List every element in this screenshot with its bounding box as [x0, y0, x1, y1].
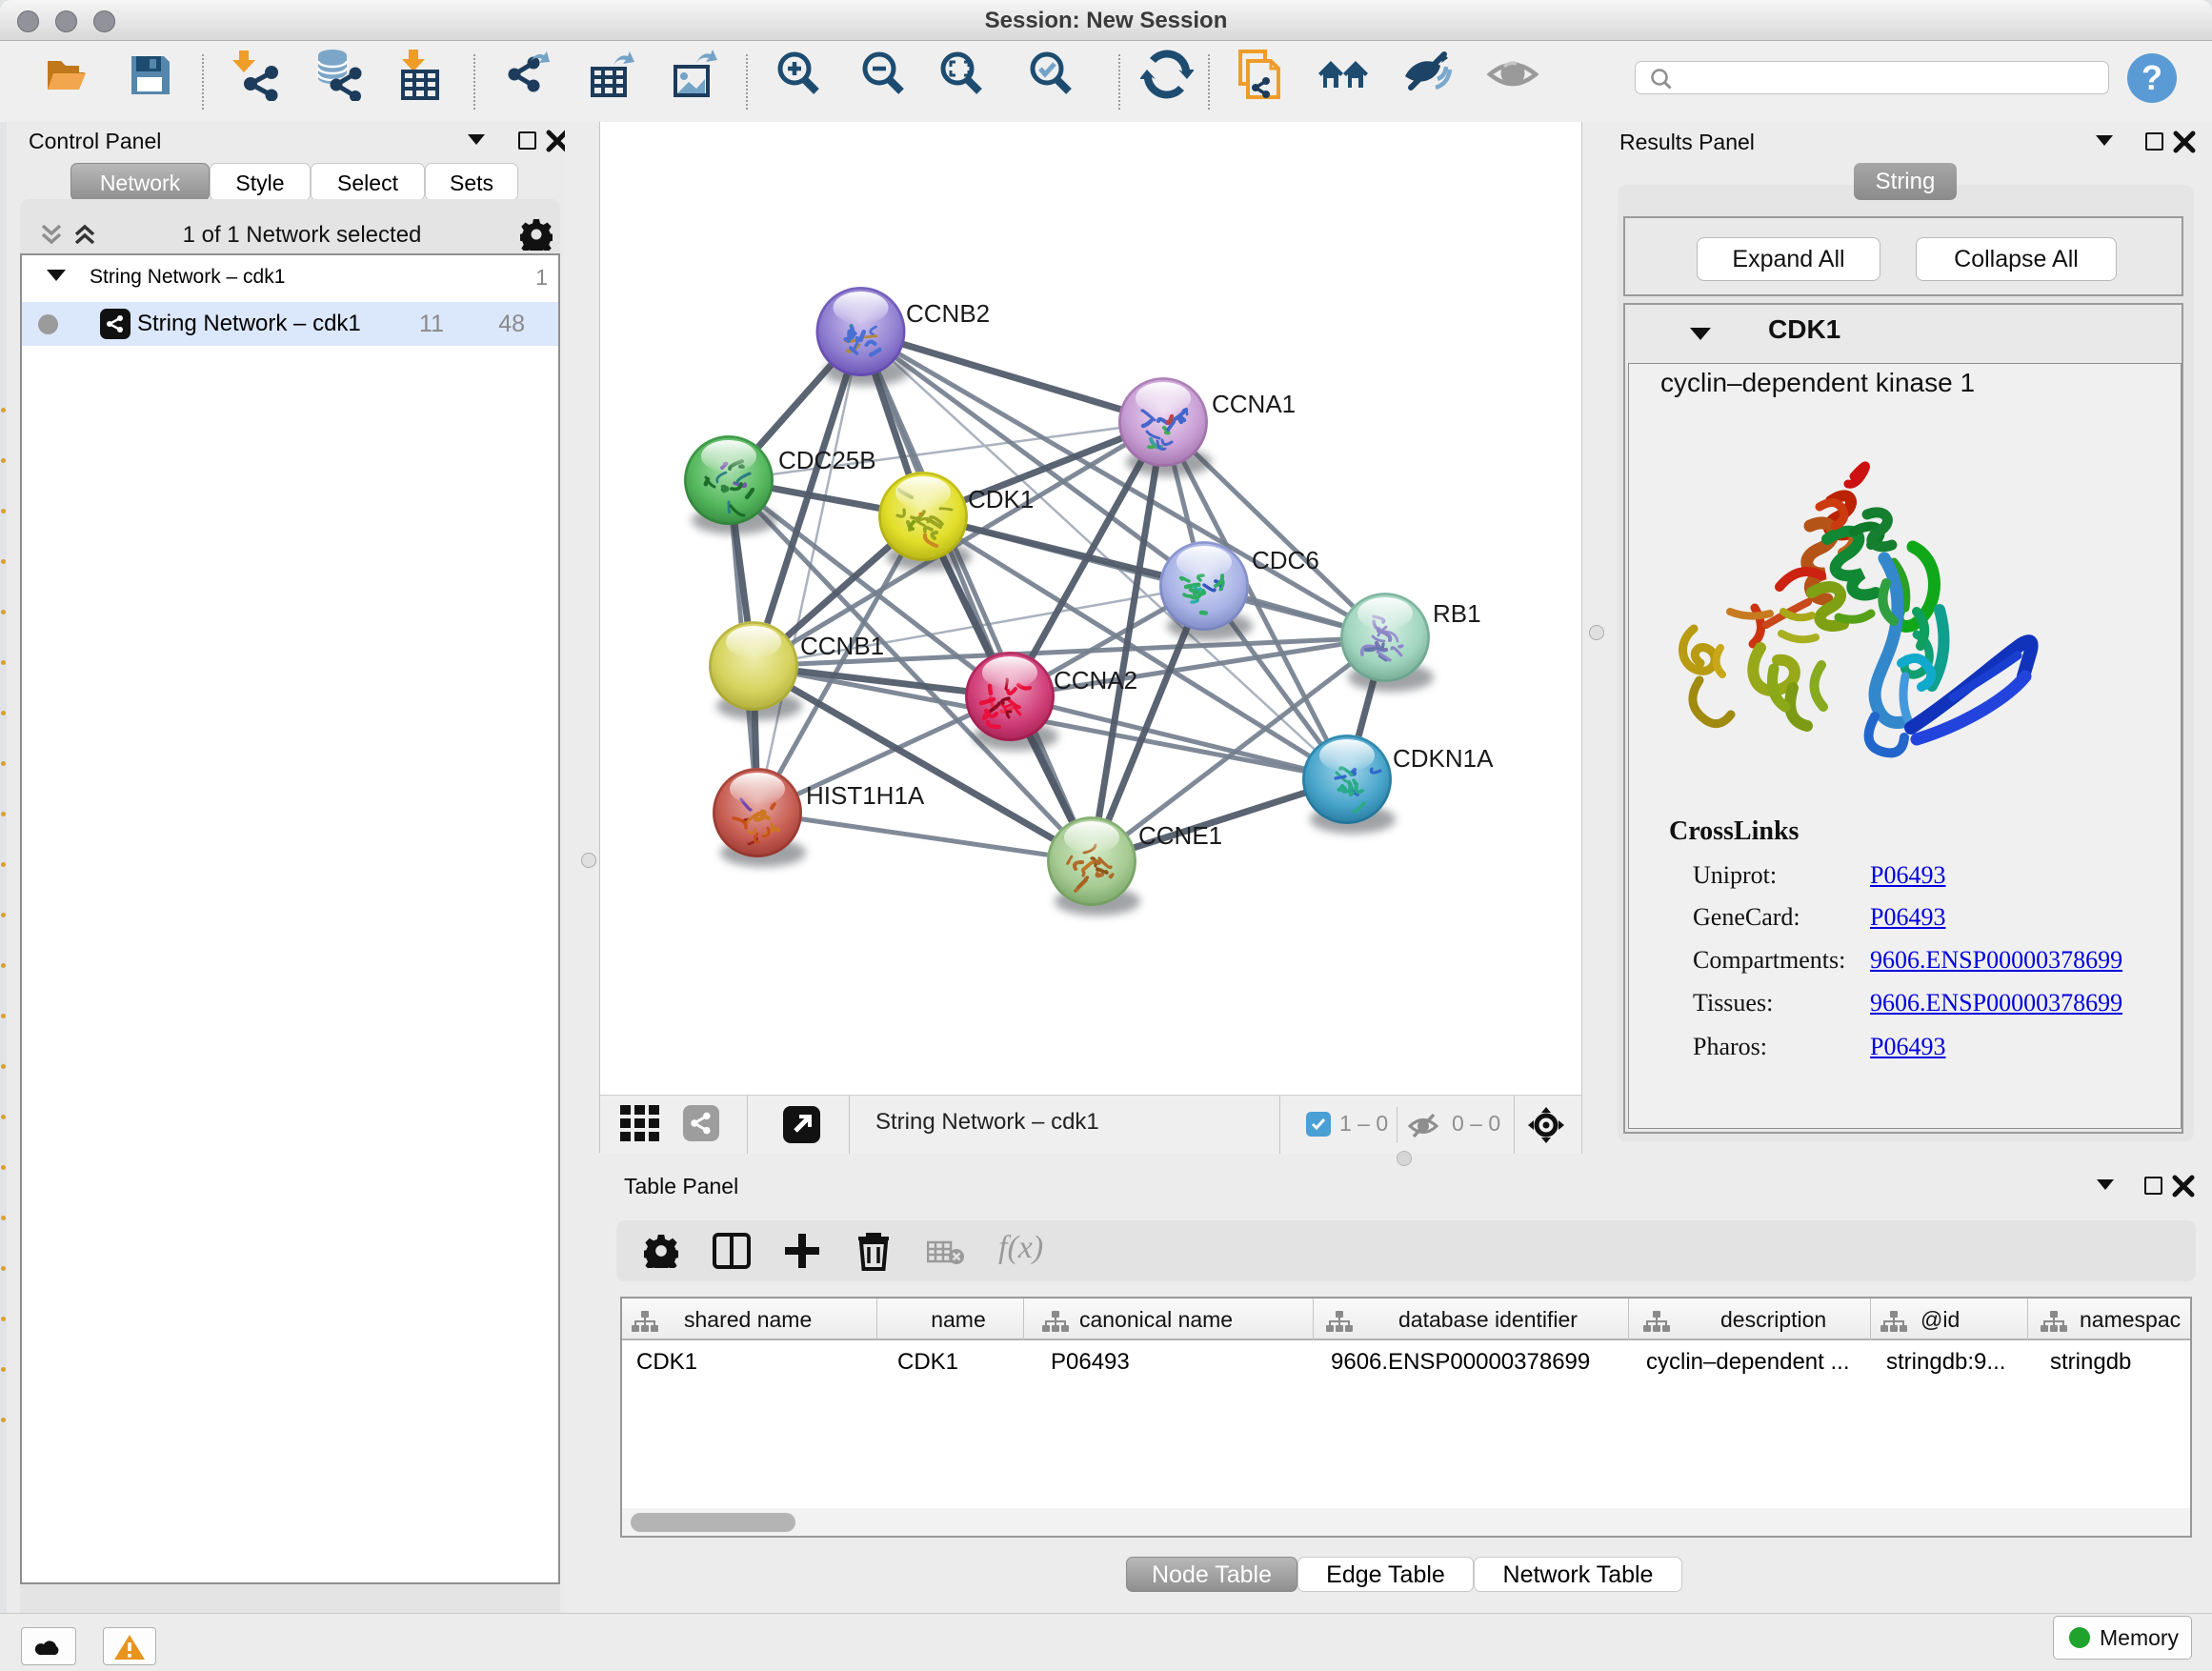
svg-text:CCNE1: CCNE1: [1138, 821, 1222, 850]
svg-text:RB1: RB1: [1433, 599, 1481, 628]
svg-text:CCNB1: CCNB1: [800, 632, 884, 660]
svg-text:CDKN1A: CDKN1A: [1393, 744, 1494, 773]
svg-text:CCNB2: CCNB2: [906, 299, 990, 328]
svg-text:CDC6: CDC6: [1252, 546, 1319, 574]
svg-text:CDC25B: CDC25B: [778, 446, 876, 474]
svg-text:CCNA1: CCNA1: [1212, 390, 1296, 418]
svg-text:HIST1H1A: HIST1H1A: [806, 781, 925, 810]
svg-text:CDK1: CDK1: [968, 485, 1034, 513]
svg-text:CCNA2: CCNA2: [1054, 666, 1137, 695]
